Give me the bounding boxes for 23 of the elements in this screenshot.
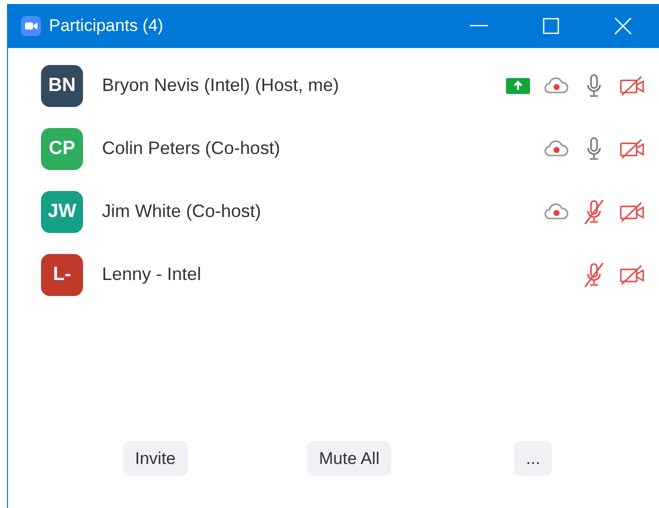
avatar: L-	[41, 254, 83, 296]
screen-share-icon[interactable]	[506, 78, 530, 94]
video-off-icon[interactable]	[619, 74, 645, 96]
microphone-muted-icon[interactable]	[582, 262, 606, 288]
video-off-icon[interactable]	[619, 200, 645, 222]
window-title: Participants (4)	[49, 16, 164, 36]
more-button[interactable]: ...	[514, 441, 552, 476]
participant-name: Jim White (Co-host)	[102, 201, 262, 222]
avatar: BN	[41, 64, 83, 106]
participant-name: Lenny - Intel	[102, 264, 202, 285]
maximize-icon	[543, 18, 559, 34]
participant-name: Bryon Nevis (Intel) (Host, me)	[102, 75, 340, 96]
app-logo-icon	[21, 16, 41, 36]
microphone-muted-icon[interactable]	[582, 198, 606, 224]
participant-name: Colin Peters (Co-host)	[102, 138, 282, 159]
video-off-icon[interactable]	[619, 138, 645, 160]
mute-all-button[interactable]: Mute All	[307, 441, 392, 476]
minimize-icon	[470, 25, 488, 27]
invite-button[interactable]: Invite	[123, 441, 188, 476]
video-off-icon[interactable]	[619, 264, 645, 286]
avatar: JW	[41, 190, 83, 232]
avatar: CP	[41, 128, 83, 170]
close-icon	[614, 17, 632, 35]
